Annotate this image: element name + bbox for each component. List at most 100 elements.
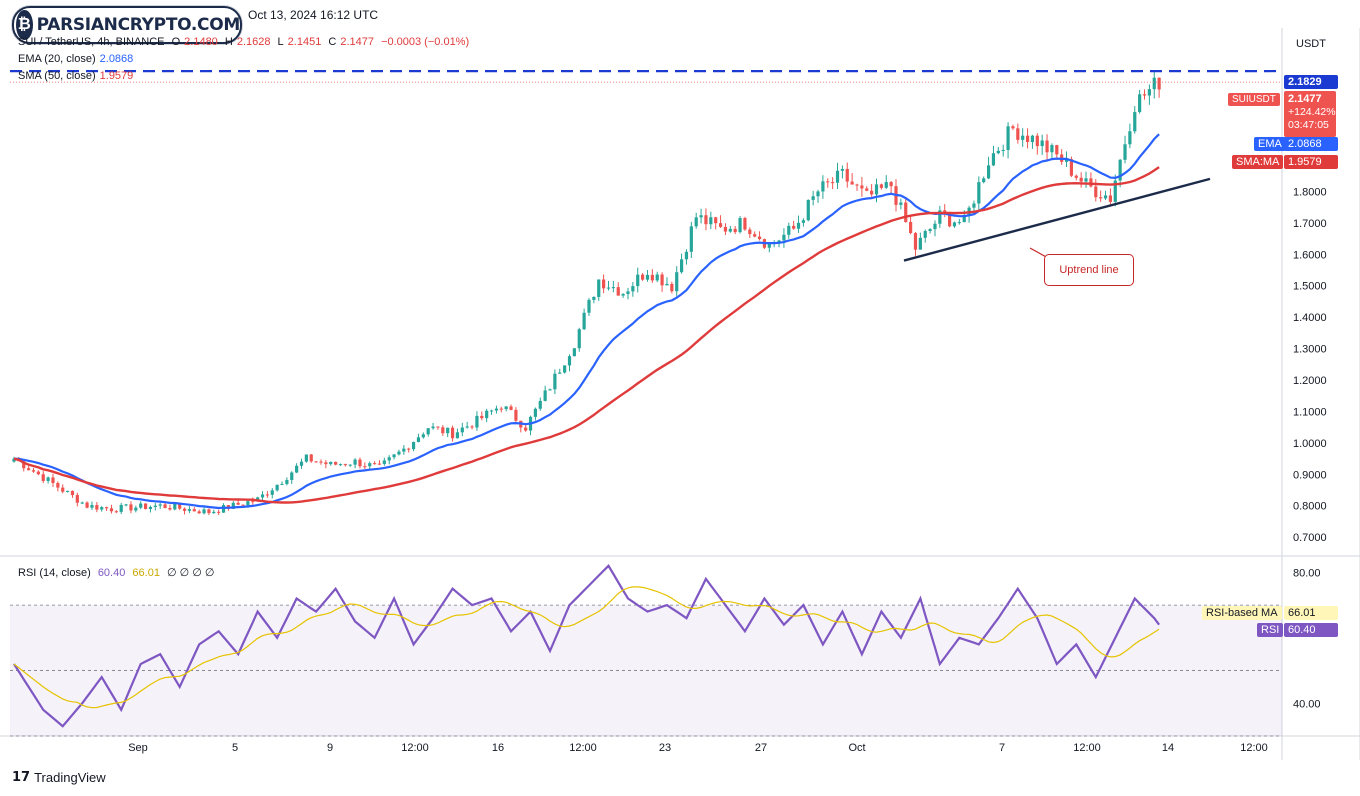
candle-body	[372, 463, 377, 465]
candle-body	[538, 400, 542, 409]
tradingview-footer[interactable]: 17 TradingView	[12, 770, 106, 785]
candle-body	[75, 495, 79, 503]
price-tick-label: 1.5000	[1293, 281, 1327, 293]
candle-body	[51, 477, 55, 483]
candle-body	[558, 372, 562, 374]
ohlc-change: −0.0003 (−0.01%)	[381, 36, 470, 48]
candle-body	[36, 471, 40, 475]
candle-body	[689, 226, 693, 252]
candle-body	[402, 448, 406, 452]
candle-body	[295, 465, 299, 473]
candle-body	[1099, 197, 1103, 199]
candle-body	[904, 202, 908, 222]
candle-body	[158, 504, 162, 506]
candle-body	[840, 168, 844, 171]
candle-body	[299, 461, 304, 466]
candle-body	[567, 356, 572, 366]
candle-body	[679, 259, 684, 273]
candle-body	[485, 410, 489, 419]
candle-body	[114, 511, 118, 513]
candle-body	[329, 461, 333, 465]
ohlc-h-label: H	[224, 36, 233, 48]
candle-body	[319, 461, 323, 463]
candle-body	[148, 506, 153, 509]
time-tick-label: 12:00	[569, 742, 597, 754]
candle-body	[1021, 135, 1025, 140]
candle-body	[1025, 135, 1030, 143]
time-tick-label: 5	[232, 742, 238, 754]
chart-canvas: 0.7000 0.8000 0.9000 1.0000 1.1000 1.2000 1.30…	[0, 0, 1360, 796]
candle-body	[392, 454, 396, 458]
price-tick-label: 1.0000	[1293, 438, 1327, 450]
candle-body	[338, 464, 343, 466]
candle-body	[197, 511, 201, 514]
candle-body	[387, 457, 391, 461]
candle-body	[684, 251, 689, 260]
candle-body	[918, 237, 922, 250]
rsi-ma-name-tag: RSI-based MA	[1202, 606, 1282, 620]
sma-legend[interactable]: SMA (50, close) 1.9579	[18, 70, 137, 82]
candle-body	[1074, 175, 1078, 178]
tradingview-brand: TradingView	[34, 770, 106, 785]
ohlc-o-label: O	[171, 36, 181, 48]
candle-body	[129, 504, 133, 511]
candle-body	[548, 389, 552, 391]
rsi-name-tag: RSI	[1257, 623, 1284, 637]
candle-body	[411, 442, 416, 450]
time-tick-label: 14	[1162, 742, 1174, 754]
candle-body	[1147, 89, 1151, 96]
ema-value: 2.0868	[99, 53, 134, 65]
candle-body	[909, 221, 913, 234]
candle-body	[748, 229, 752, 235]
candle-body	[913, 233, 918, 250]
candle-body	[665, 283, 669, 286]
chart-timestamp: Oct 13, 2024 16:12 UTC	[248, 8, 379, 22]
candle-body	[587, 299, 591, 313]
candle-body	[675, 272, 679, 292]
candle-body	[70, 490, 75, 496]
candle-body	[489, 410, 494, 412]
candle-body	[475, 415, 479, 428]
candle-body	[1142, 94, 1147, 96]
candle-body	[334, 461, 338, 465]
candle-body	[421, 434, 425, 438]
candle-body	[982, 178, 986, 183]
candle-body	[382, 460, 386, 464]
candle-body	[109, 508, 114, 512]
symbol-title: SUI / TetherUS, 4h, BINANCE	[18, 36, 165, 48]
ema-legend[interactable]: EMA (20, close) 2.0868	[18, 53, 137, 65]
candle-body	[1079, 177, 1083, 182]
candle-body	[304, 454, 308, 462]
rsi-extra: ∅ ∅ ∅ ∅	[167, 567, 215, 579]
candle-body	[41, 474, 45, 481]
candle-body	[1030, 135, 1035, 143]
candle-body	[889, 182, 893, 187]
price-tick-label: 0.7000	[1293, 532, 1327, 544]
candle-body	[1001, 149, 1005, 151]
candle-body	[363, 466, 367, 468]
candle-body	[1089, 178, 1093, 187]
ema-name-tag: EMA	[1254, 137, 1286, 151]
last-price-tag: 2.1477 +124.42% 03:47:05	[1284, 91, 1336, 137]
candle-body	[80, 502, 84, 504]
candle-body	[728, 228, 732, 232]
candle-body	[280, 483, 284, 485]
candle-body	[46, 477, 50, 481]
tradingview-logo-icon: 17	[12, 770, 31, 785]
price-tick-label: 1.7000	[1293, 218, 1327, 230]
candle-body	[56, 482, 60, 488]
candle-body	[611, 287, 615, 289]
candle-body	[718, 223, 723, 227]
candle-body	[514, 409, 518, 421]
currency-label[interactable]: USDT	[1296, 38, 1326, 50]
time-tick-label: 9	[327, 742, 333, 754]
symbol-tag: SUIUSDT	[1228, 93, 1280, 106]
candle-body	[699, 215, 703, 218]
candle-body	[991, 153, 996, 166]
rsi-price-tag: 60.40	[1284, 623, 1338, 637]
candle-body	[290, 472, 294, 480]
candle-body	[563, 365, 567, 373]
candle-body	[870, 190, 874, 195]
rsi-ma-value: 66.01	[132, 567, 160, 579]
rsi-legend[interactable]: RSI (14, close) 60.40 66.01 ∅ ∅ ∅ ∅	[18, 566, 219, 579]
